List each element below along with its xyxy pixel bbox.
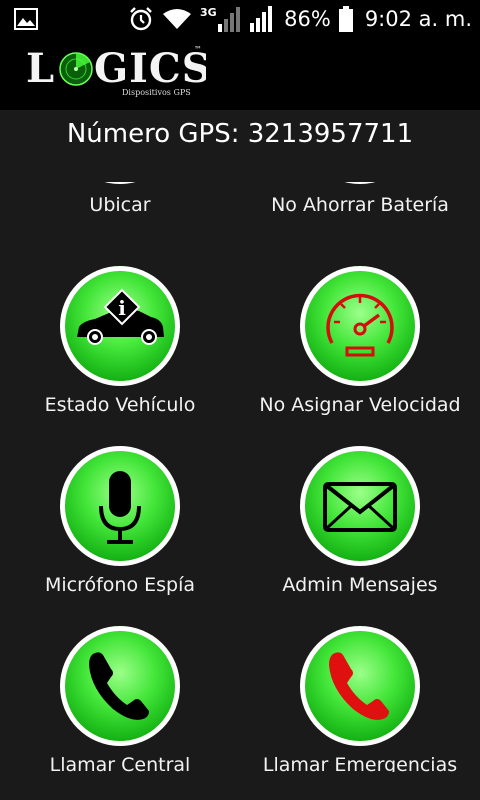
- clock: 9:02 a. m.: [364, 7, 472, 31]
- microphone-icon: [99, 471, 141, 544]
- action-admin-messages[interactable]: Admin Mensajes: [240, 446, 480, 626]
- locate-button[interactable]: [60, 182, 180, 184]
- action-no-battery-saver[interactable]: No Ahorrar Batería: [240, 182, 480, 244]
- call-central-button[interactable]: [60, 626, 180, 746]
- admin-messages-label: Admin Mensajes: [282, 574, 438, 596]
- image-notification-icon: [14, 8, 38, 34]
- envelope-icon: [323, 482, 397, 532]
- action-grid[interactable]: Ubicar No Ahorrar Batería i Estado Vehíc…: [0, 182, 480, 772]
- logo-subtitle: Dispositivos GPS: [122, 88, 191, 97]
- spy-microphone-label: Micrófono Espía: [44, 574, 196, 596]
- no-battery-saver-button[interactable]: [300, 182, 420, 184]
- battery-icon: [338, 6, 353, 32]
- admin-messages-button[interactable]: [300, 446, 420, 566]
- signal-icon: [250, 5, 276, 33]
- spy-microphone-button[interactable]: [60, 446, 180, 566]
- car-info-icon: i: [77, 288, 164, 345]
- logo-tm: ™: [194, 45, 202, 54]
- vehicle-status-button[interactable]: i: [60, 266, 180, 386]
- svg-text:L: L: [26, 45, 55, 92]
- action-locate[interactable]: Ubicar: [0, 182, 240, 244]
- phone-red-icon: [329, 652, 389, 720]
- call-emergency-label: Llamar Emergencias: [262, 754, 458, 772]
- action-no-speed-limit[interactable]: No Asignar Velocidad: [240, 266, 480, 446]
- svg-text:GICS: GICS: [94, 45, 206, 92]
- locate-label: Ubicar: [89, 194, 151, 216]
- alarm-icon: [128, 6, 154, 32]
- action-spy-microphone[interactable]: Micrófono Espía: [0, 446, 240, 626]
- vehicle-status-label: Estado Vehículo: [44, 394, 196, 416]
- gps-number-title: Número GPS: 3213957711: [66, 119, 414, 149]
- action-call-emergency[interactable]: Llamar Emergencias: [240, 626, 480, 772]
- svg-text:i: i: [118, 296, 126, 320]
- phone-black-icon: [89, 652, 149, 720]
- status-bar: 3G 86% 9:02 a. m.: [0, 0, 480, 38]
- no-speed-limit-label: No Asignar Velocidad: [259, 394, 461, 416]
- call-emergency-button[interactable]: [300, 626, 420, 746]
- wifi-icon: [162, 7, 192, 31]
- no-battery-saver-label: No Ahorrar Batería: [271, 194, 449, 216]
- speedometer-icon: [326, 293, 394, 357]
- network-type-text: 3G: [200, 6, 217, 19]
- call-central-label: Llamar Central: [49, 754, 191, 772]
- no-speed-limit-button[interactable]: [300, 266, 420, 386]
- logo: L GICS Dispositivos GPS ™: [26, 42, 206, 102]
- action-call-central[interactable]: Llamar Central: [0, 626, 240, 772]
- app-bar: L GICS Dispositivos GPS ™: [0, 38, 480, 110]
- action-vehicle-status[interactable]: i Estado Vehículo: [0, 266, 240, 446]
- signal-3g-icon: 3G: [200, 4, 242, 34]
- battery-percent: 86%: [284, 7, 331, 31]
